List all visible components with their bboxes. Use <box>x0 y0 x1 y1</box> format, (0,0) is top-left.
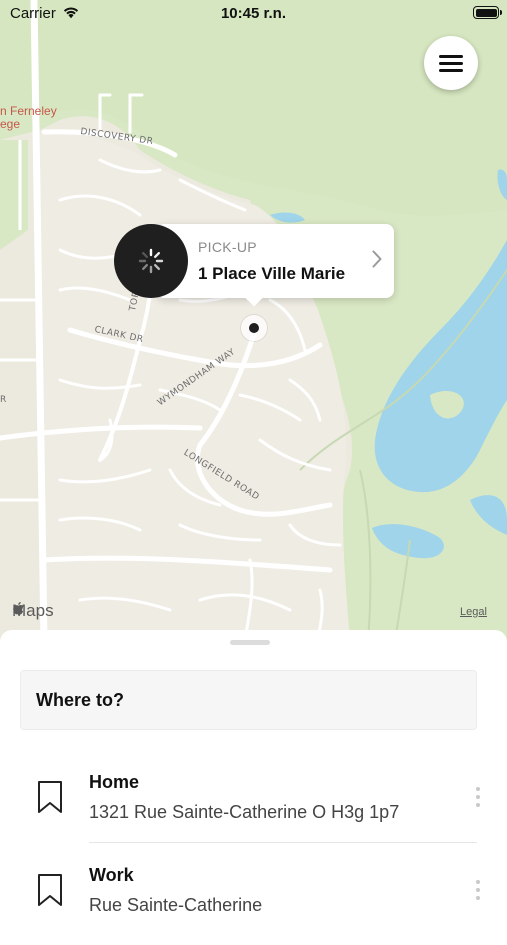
loading-spinner <box>114 224 188 298</box>
list-divider <box>89 842 477 843</box>
spinner-icon <box>138 248 164 274</box>
hamburger-icon-line-middle <box>439 62 463 65</box>
search-placeholder: Where to? <box>36 690 124 710</box>
clock-time: 10:45 r.n. <box>220 5 287 22</box>
battery-icon <box>473 6 502 19</box>
sheet-grabber-handle[interactable] <box>230 640 270 645</box>
more-options-icon[interactable] <box>474 784 482 814</box>
apple-maps-logo: Maps <box>12 601 54 621</box>
pickup-address: 1 Place Ville Marie <box>198 264 346 283</box>
saved-place-address: Rue Sainte-Catherine <box>89 895 263 915</box>
pickup-label: PICK-UP <box>198 239 257 255</box>
saved-place-home[interactable]: Home 1321 Rue Sainte-Catherine O H3g 1p7 <box>0 760 507 852</box>
hamburger-icon-line-top <box>439 55 463 58</box>
saved-place-address: 1321 Rue Sainte-Catherine O H3g 1p7 <box>89 802 400 822</box>
more-options-icon[interactable] <box>474 877 482 907</box>
legal-link[interactable]: Legal <box>460 606 487 618</box>
apple-logo-icon <box>13 602 24 615</box>
where-to-search-field[interactable]: Where to? <box>20 670 477 730</box>
poi-label: n Ferneley ege <box>0 105 57 131</box>
poi-label-line2: ege <box>0 117 21 131</box>
pickup-card[interactable]: PICK-UP 1 Place Ville Marie <box>156 224 394 298</box>
street-label-edge: R <box>0 395 7 405</box>
saved-place-work[interactable]: Work Rue Sainte-Catherine <box>0 853 507 945</box>
menu-button[interactable] <box>424 36 478 90</box>
saved-place-title: Work <box>89 865 134 885</box>
bottom-sheet: Where to? Home 1321 Rue Sainte-Catherine… <box>0 630 507 915</box>
bookmark-icon <box>38 781 62 813</box>
chevron-right-icon <box>372 250 382 268</box>
status-bar: Carrier 10:45 r.n. <box>0 0 507 28</box>
saved-place-title: Home <box>89 772 140 792</box>
bookmark-icon <box>38 874 62 906</box>
pickup-location-pin[interactable] <box>241 315 267 341</box>
hamburger-icon-line-bottom <box>439 69 463 72</box>
